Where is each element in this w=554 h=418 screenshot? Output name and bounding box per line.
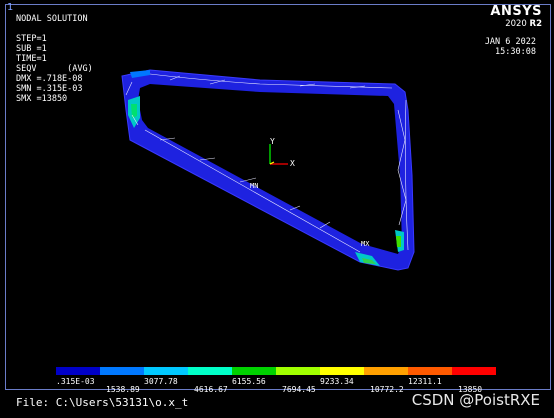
- legend-label: 7694.45: [282, 385, 316, 394]
- triad-x-label: X: [290, 159, 295, 168]
- legend-label: 10772.2: [370, 385, 404, 394]
- triad-y-label: Y: [270, 137, 275, 146]
- stress-spot: [131, 104, 137, 118]
- legend-label: 1538.89: [106, 385, 140, 394]
- legend-swatch: [320, 367, 364, 375]
- legend-label: .315E-03: [56, 377, 95, 386]
- watermark: CSDN @PoistRXE: [411, 391, 540, 409]
- legend-label: 6155.56: [232, 377, 266, 386]
- legend-swatch: [452, 367, 496, 375]
- file-path: File: C:\Users\53131\o.x_t: [16, 396, 189, 409]
- legend-label: 9233.34: [320, 377, 354, 386]
- legend-swatch: [364, 367, 408, 375]
- legend-swatch: [232, 367, 276, 375]
- legend-label: 12311.1: [408, 377, 442, 386]
- legend-swatch: [144, 367, 188, 375]
- legend-label: 4616.67: [194, 385, 228, 394]
- graphics-window[interactable]: 1 NODAL SOLUTION STEP=1 SUB =1 TIME=1 SE…: [0, 0, 554, 418]
- legend-swatch: [408, 367, 452, 375]
- min-marker: MN: [250, 182, 258, 190]
- legend-label: 3077.78: [144, 377, 178, 386]
- legend-swatch: [100, 367, 144, 375]
- model-view[interactable]: MN MX: [0, 0, 554, 390]
- coordinate-triad: Y X: [269, 137, 295, 168]
- max-marker: MX: [361, 240, 370, 248]
- legend-swatch: [56, 367, 100, 375]
- legend-swatch: [188, 367, 232, 375]
- legend-swatch: [276, 367, 320, 375]
